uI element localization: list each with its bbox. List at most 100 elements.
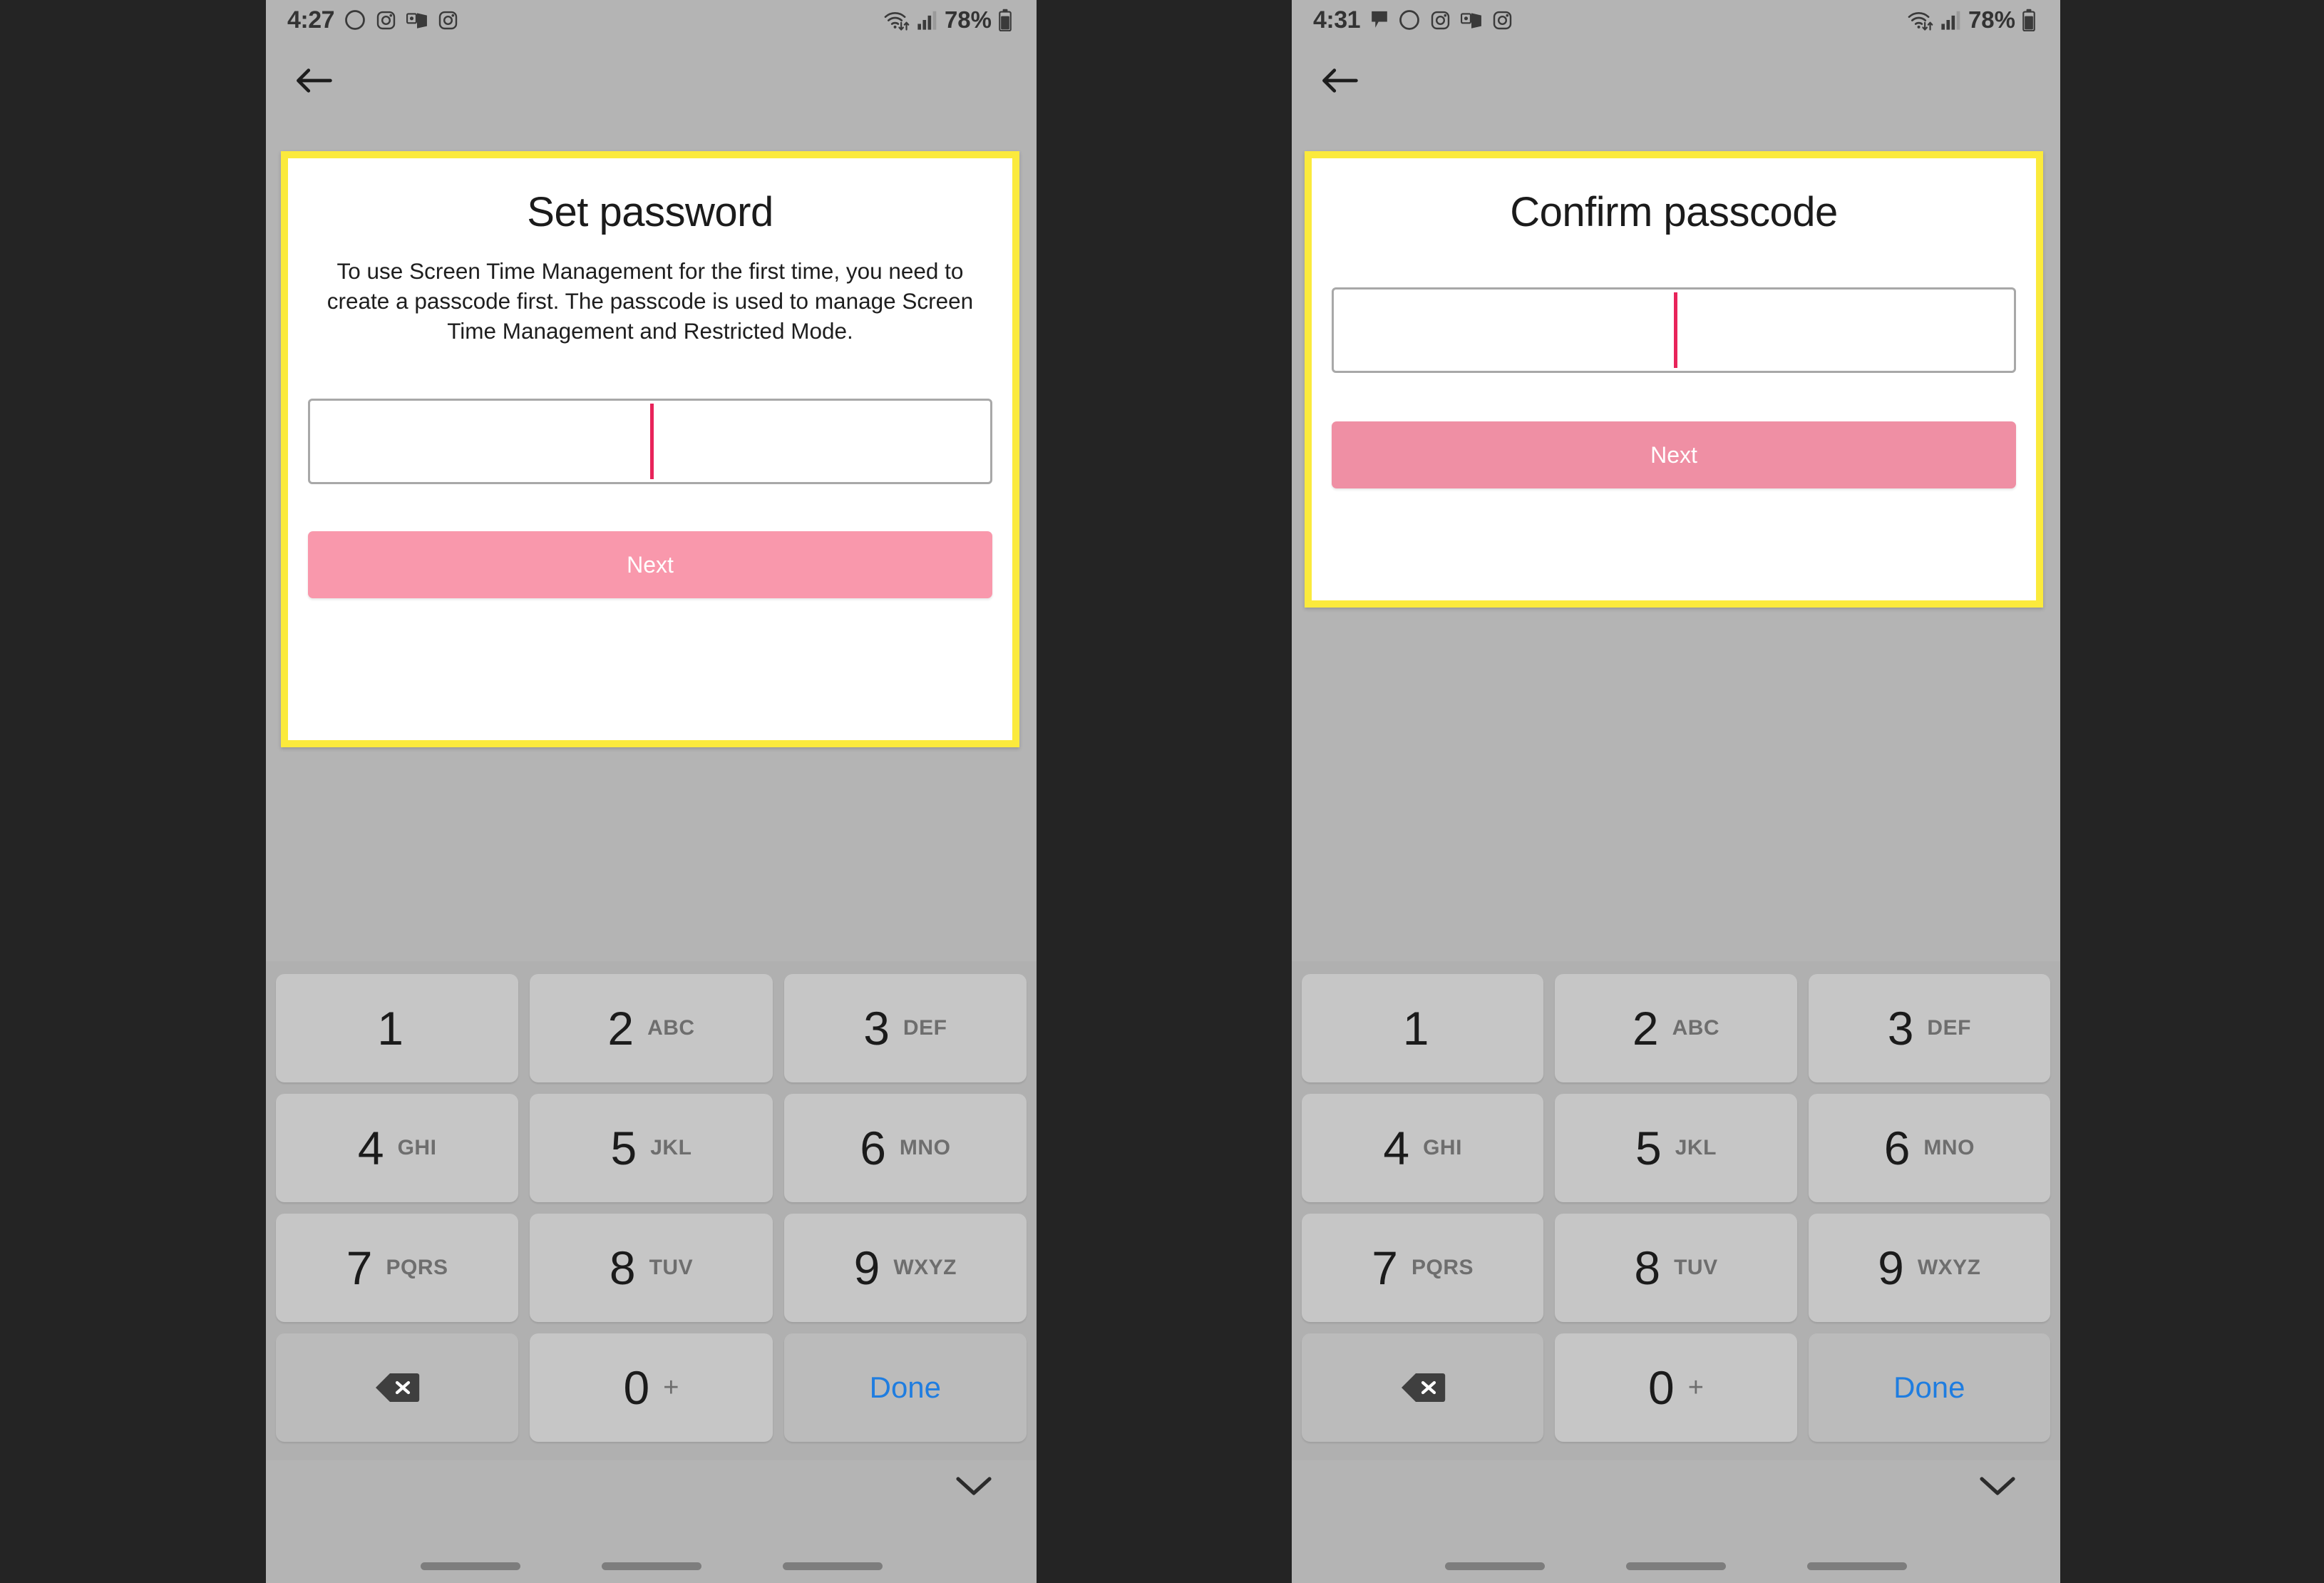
screenshot-canvas: 4:27 78% Set password To use Screen Time	[0, 0, 2324, 1583]
next-button[interactable]: Next	[308, 531, 992, 598]
set-password-card: Set password To use Screen Time Manageme…	[281, 151, 1019, 747]
nav-pill-home[interactable]	[601, 1562, 701, 1570]
keypad-row-2: 4 GHI 5 JKL 6 MNO	[1302, 1094, 2050, 1202]
battery-percent: 78%	[1968, 6, 2015, 33]
passcode-input[interactable]	[308, 399, 992, 484]
back-button[interactable]	[1316, 57, 1363, 104]
hide-keyboard-button[interactable]	[955, 1475, 992, 1501]
key-8[interactable]: 8 TUV	[530, 1214, 773, 1322]
key-4[interactable]: 4 GHI	[1302, 1094, 1544, 1202]
key-0-number: 0	[1648, 1361, 1675, 1414]
key-2-number: 2	[607, 1002, 634, 1055]
key-done[interactable]: Done	[1808, 1333, 2050, 1442]
key-2[interactable]: 2 ABC	[1555, 974, 1797, 1082]
keypad-row-4: 0 + Done	[1302, 1333, 2050, 1442]
key-6-number: 6	[1883, 1122, 1911, 1174]
arrow-left-icon	[297, 68, 332, 93]
page-title: Confirm passcode	[1510, 189, 1838, 235]
key-3[interactable]: 3 DEF	[1808, 974, 2050, 1082]
key-7-number: 7	[1372, 1241, 1398, 1294]
key-done[interactable]: Done	[783, 1333, 1027, 1442]
key-6-number: 6	[860, 1122, 886, 1174]
key-5[interactable]: 5 JKL	[530, 1094, 773, 1202]
passcode-input[interactable]	[1332, 287, 2016, 373]
hide-keyboard-button[interactable]	[1979, 1475, 2016, 1501]
key-9-letters: WXYZ	[893, 1256, 957, 1279]
key-6[interactable]: 6 MNO	[783, 1094, 1027, 1202]
key-2[interactable]: 2 ABC	[530, 974, 773, 1082]
key-3-number: 3	[863, 1002, 890, 1055]
outlook-icon	[406, 13, 427, 29]
key-0-plus: +	[663, 1373, 679, 1403]
nav-pill-back[interactable]	[1807, 1562, 1907, 1570]
battery-percent: 78%	[944, 6, 992, 33]
next-button[interactable]: Next	[1332, 421, 2016, 488]
circle-outline-icon	[345, 10, 365, 30]
outlook-icon	[1461, 13, 1481, 29]
key-8-letters: TUV	[649, 1256, 694, 1279]
status-bar-left: 4:27	[287, 6, 458, 34]
key-8[interactable]: 8 TUV	[1555, 1214, 1797, 1322]
key-9[interactable]: 9 WXYZ	[1808, 1214, 2050, 1322]
nav-pill-home[interactable]	[1626, 1562, 1726, 1570]
text-caret	[650, 404, 654, 479]
signal-bars-icon	[1941, 11, 1960, 30]
key-0-plus: +	[1687, 1373, 1704, 1403]
key-4-number: 4	[357, 1122, 384, 1174]
key-1[interactable]: 1	[276, 974, 519, 1082]
key-3-letters: DEF	[903, 1016, 947, 1040]
keypad-row-1: 1 2 ABC 3 DEF	[1302, 974, 2050, 1082]
status-bar: 4:31 78%	[1292, 0, 2060, 40]
instagram-icon	[1493, 11, 1512, 29]
back-button[interactable]	[290, 57, 337, 104]
card-description: To use Screen Time Management for the fi…	[327, 258, 974, 344]
arrow-left-icon	[1322, 68, 1358, 93]
nav-pill-back[interactable]	[782, 1562, 883, 1570]
key-0[interactable]: 0 +	[1555, 1333, 1797, 1442]
status-bar-right: 78%	[883, 6, 1012, 34]
key-8-letters: TUV	[1674, 1256, 1718, 1279]
wifi-updown-icon	[884, 12, 910, 31]
key-2-letters: ABC	[647, 1016, 695, 1040]
text-caret	[1674, 292, 1677, 368]
backspace-icon	[1401, 1373, 1445, 1402]
key-4[interactable]: 4 GHI	[276, 1094, 519, 1202]
keypad-row-3: 7 PQRS 8 TUV 9 WXYZ	[276, 1214, 1027, 1322]
key-9-letters: WXYZ	[1917, 1256, 1981, 1279]
key-6-letters: MNO	[1923, 1136, 1975, 1159]
key-2-number: 2	[1632, 1002, 1659, 1055]
key-5[interactable]: 5 JKL	[1555, 1094, 1797, 1202]
phone-screen-right: 4:31 78% Confirm passcode Next 1 2 ABC 3…	[1292, 0, 2060, 1583]
next-button-label: Next	[627, 551, 674, 578]
key-9[interactable]: 9 WXYZ	[783, 1214, 1027, 1322]
key-5-number: 5	[1635, 1122, 1662, 1174]
confirm-passcode-card: Confirm passcode Next	[1305, 151, 2043, 608]
key-0-number: 0	[623, 1361, 650, 1414]
backspace-icon	[376, 1373, 420, 1402]
key-1[interactable]: 1	[1302, 974, 1544, 1082]
app-bar	[266, 40, 1037, 118]
chevron-down-icon	[956, 1477, 992, 1495]
key-3[interactable]: 3 DEF	[783, 974, 1027, 1082]
key-7[interactable]: 7 PQRS	[1302, 1214, 1544, 1322]
key-backspace[interactable]	[276, 1333, 519, 1442]
key-2-letters: ABC	[1672, 1016, 1720, 1040]
chat-bubble-icon	[1372, 11, 1387, 28]
key-5-letters: JKL	[650, 1136, 692, 1159]
status-time: 4:31	[1313, 6, 1361, 34]
key-backspace[interactable]	[1302, 1333, 1544, 1442]
key-4-number: 4	[1383, 1122, 1409, 1174]
key-8-number: 8	[1634, 1241, 1660, 1294]
nav-pill-recents[interactable]	[420, 1562, 520, 1570]
key-7[interactable]: 7 PQRS	[276, 1214, 519, 1322]
key-4-letters: GHI	[397, 1136, 437, 1159]
instagram-icon	[1431, 11, 1450, 29]
key-6[interactable]: 6 MNO	[1808, 1094, 2050, 1202]
signal-bars-icon	[917, 11, 937, 30]
chevron-down-icon	[1980, 1477, 2015, 1495]
key-3-number: 3	[1887, 1002, 1914, 1055]
battery-icon	[999, 9, 1012, 31]
key-0[interactable]: 0 +	[530, 1333, 773, 1442]
nav-pill-recents[interactable]	[1445, 1562, 1545, 1570]
next-button-label: Next	[1650, 441, 1697, 468]
